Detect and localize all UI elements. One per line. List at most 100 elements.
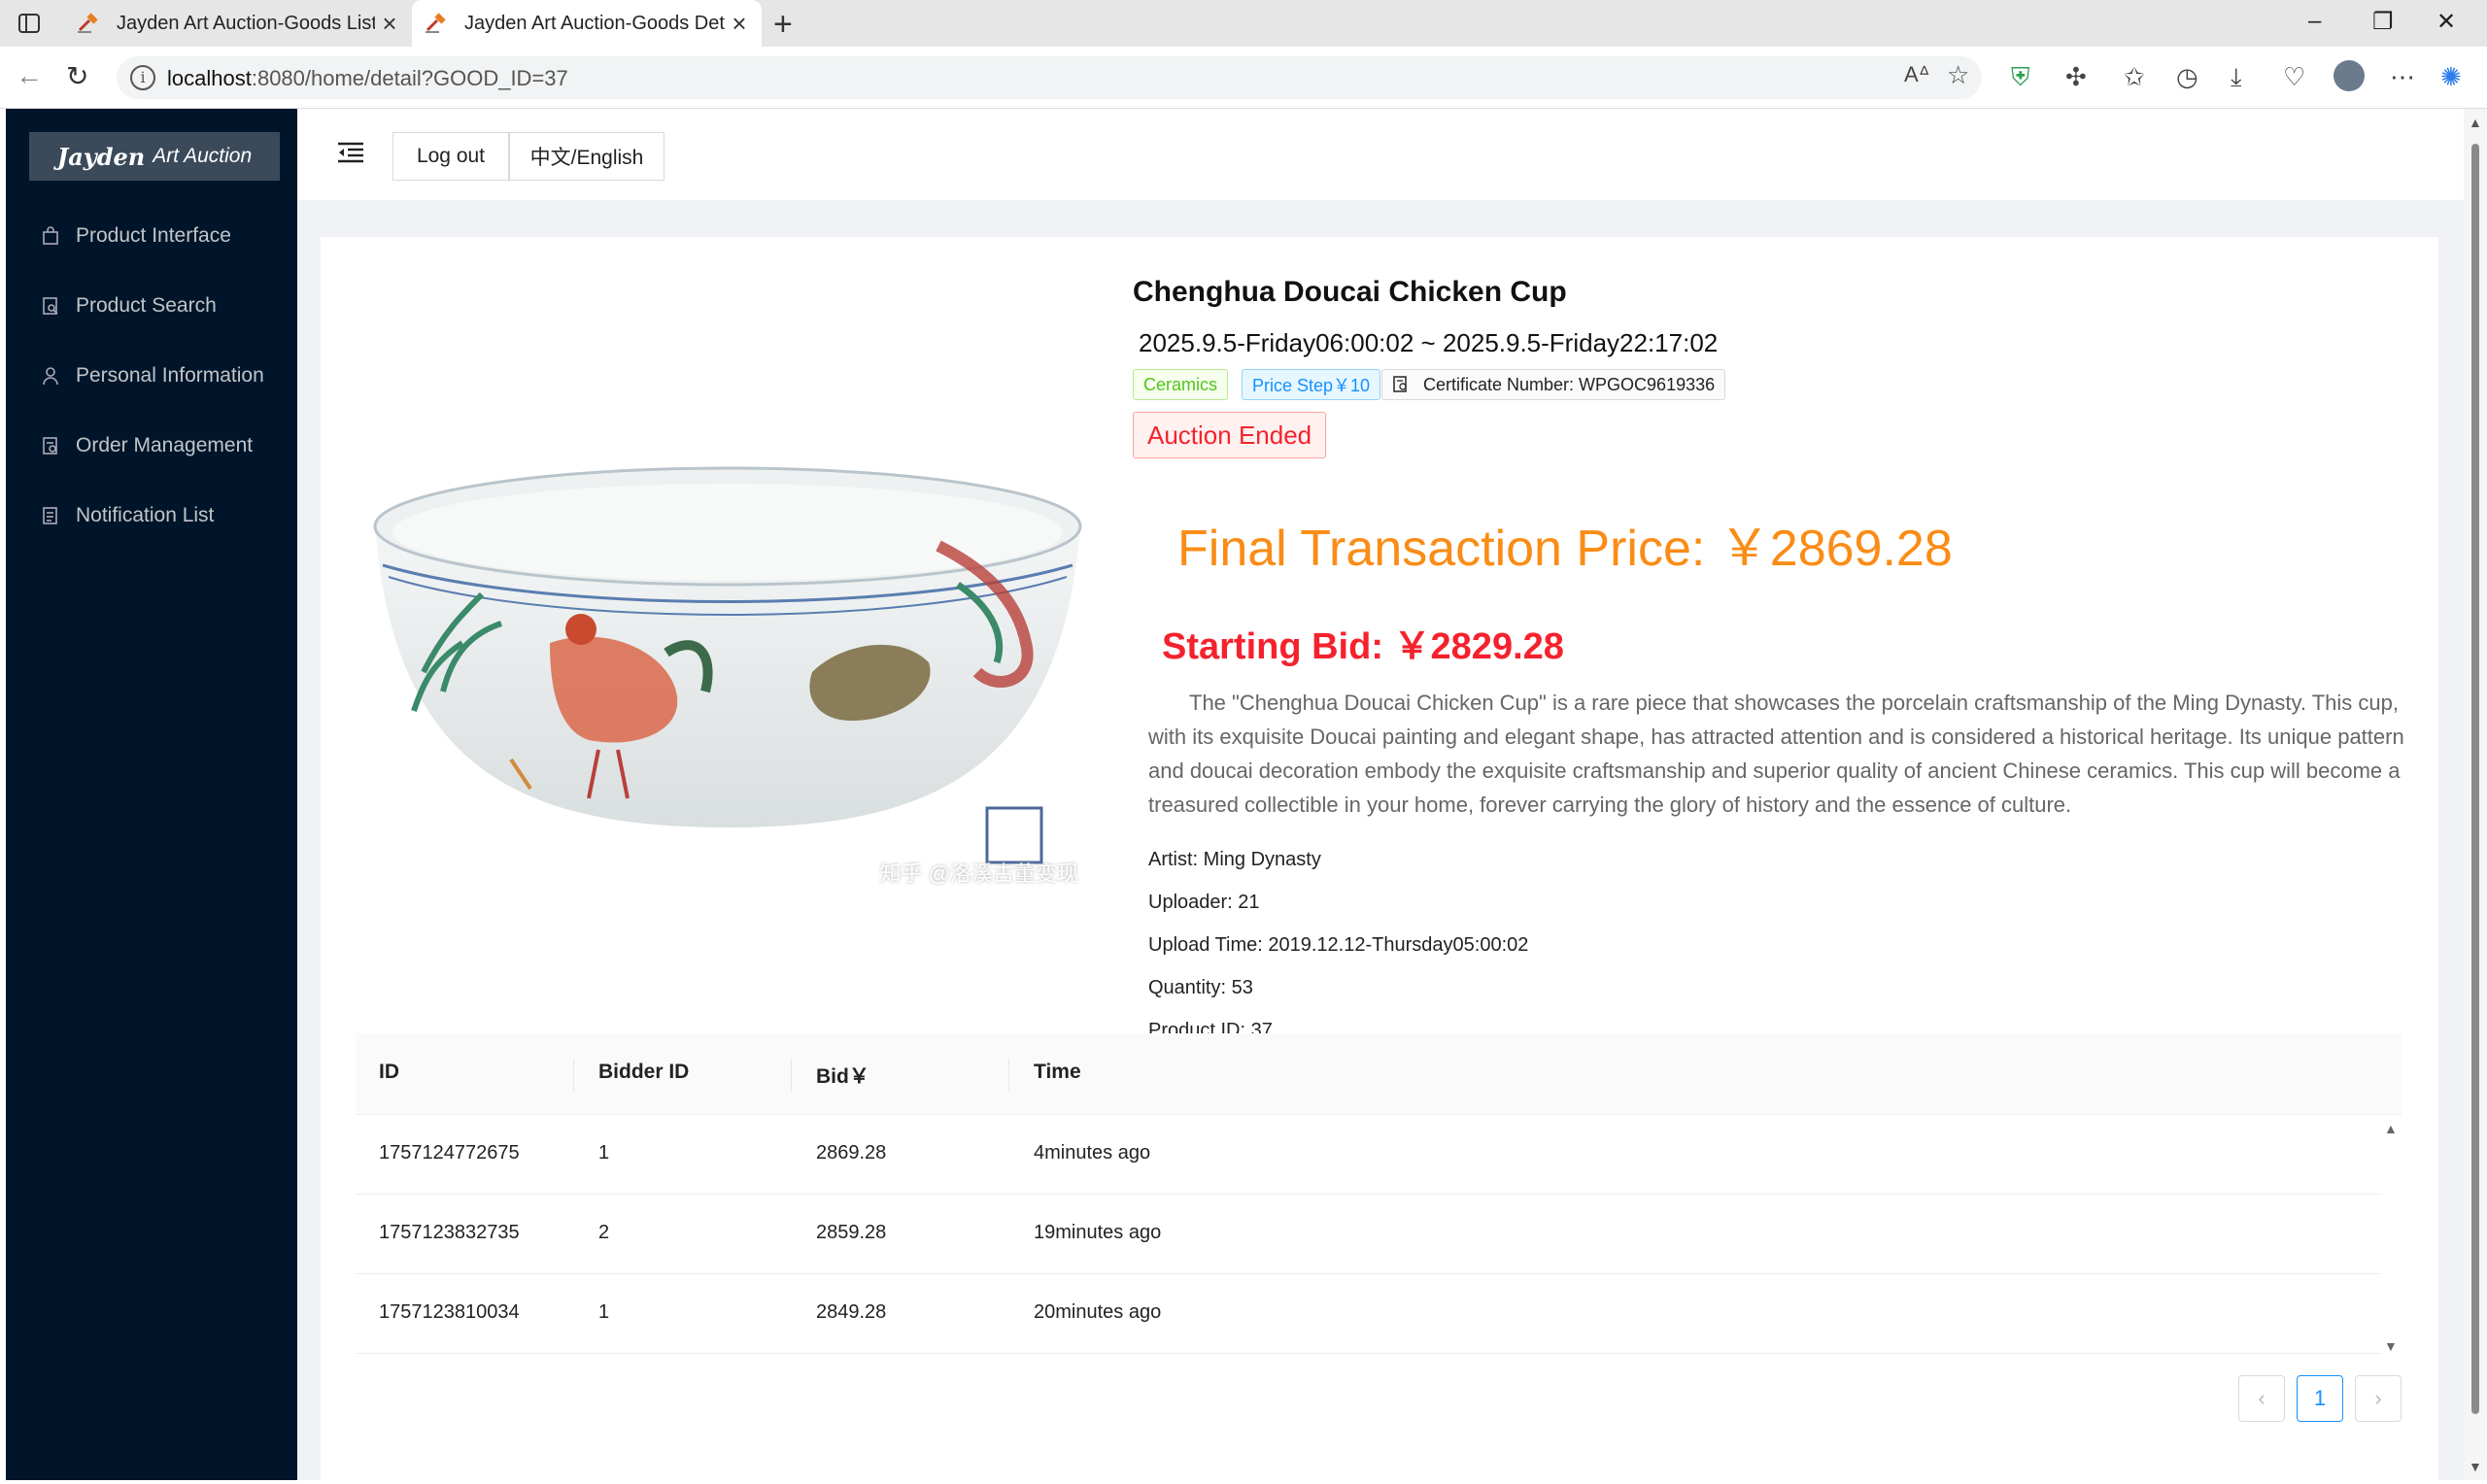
table-row[interactable]: 1757123810034 1 2849.28 20minutes ago (356, 1274, 2382, 1354)
bid-amount: 2869.28 (816, 1142, 887, 1164)
quantity-field: Quantity: 53 (1148, 977, 1253, 998)
certificate-text: Certificate Number: WPGOC9619336 (1423, 374, 1716, 394)
certificate-tag: Certificate Number: WPGOC9619336 (1381, 369, 1726, 400)
tab-actions-icon[interactable] (14, 9, 45, 38)
upload-time-field: Upload Time: 2019.12.12-Thursday05:00:02 (1148, 934, 1529, 956)
sidebar-item-product-search[interactable]: Product Search (6, 276, 297, 336)
performance-icon[interactable]: ♡ (2283, 62, 2305, 92)
bid-id: 1757123832735 (379, 1222, 520, 1243)
auction-time-range: 2025.9.5-Friday06:00:02 ~ 2025.9.5-Frida… (1139, 328, 1719, 357)
next-page-button[interactable]: › (2355, 1375, 2402, 1422)
logo: Jayden Art Auction (29, 132, 280, 181)
sidebar-item-product-interface[interactable]: Product Interface (6, 206, 297, 266)
column-divider (1008, 1059, 1009, 1092)
close-tab-icon[interactable]: × (375, 9, 404, 39)
bidder-id: 1 (598, 1142, 610, 1164)
extensions-icon[interactable]: ✣ (2065, 62, 2087, 92)
address-toolbar: ← ↻ i localhost:8080/home/detail?GOOD_ID… (0, 47, 2487, 109)
scroll-down-icon[interactable]: ▼ (2469, 1459, 2482, 1474)
tab-title: Jayden Art Auction-Goods Detail (464, 12, 725, 34)
certificate-icon (1393, 376, 1407, 392)
notification-doc-icon (43, 507, 57, 524)
header: Log out 中文/English (297, 109, 2464, 200)
bid-time: 19minutes ago (1034, 1222, 1162, 1243)
read-aloud-icon[interactable]: Aᐞ (1904, 62, 1930, 87)
favorites-icon[interactable]: ✩ (2124, 62, 2145, 92)
url-input[interactable]: i localhost:8080/home/detail?GOOD_ID=37 … (117, 56, 1982, 99)
site-info-icon[interactable]: i (130, 65, 155, 90)
column-header-bidder-id: Bidder ID (598, 1061, 690, 1083)
user-icon (43, 367, 58, 386)
history-icon[interactable]: ◷ (2176, 62, 2198, 92)
product-detail-card: 知乎 @洛溪古董变现 Chenghua Doucai Chicken Cup 2… (321, 237, 2438, 1480)
new-tab-icon[interactable]: + (773, 6, 793, 44)
bidder-id: 1 (598, 1301, 610, 1323)
sidebar-item-label: Notification List (76, 504, 215, 526)
chicken-cup-illustration (356, 400, 1100, 905)
bid-id: 1757123810034 (379, 1301, 520, 1323)
url-text: localhost:8080/home/detail?GOOD_ID=37 (167, 66, 568, 90)
order-doc-icon (43, 437, 57, 455)
app-root: Jayden Art Auction Product Interface Pro… (6, 109, 2464, 1480)
sidebar-item-label: Personal Information (76, 364, 264, 387)
artist-field: Artist: Ming Dynasty (1148, 849, 1321, 870)
browser-tab-bar: Jayden Art Auction-Goods List × Jayden A… (0, 0, 2487, 47)
favorite-star-icon[interactable]: ☆ (1947, 60, 1969, 90)
browser-tab-goods-list[interactable]: Jayden Art Auction-Goods List × (64, 0, 412, 47)
table-row[interactable]: 1757124772675 1 2869.28 4minutes ago (356, 1115, 2382, 1195)
bid-time: 20minutes ago (1034, 1301, 1162, 1323)
sidebar: Jayden Art Auction Product Interface Pro… (6, 109, 297, 1480)
table-scroll-down-icon[interactable]: ▼ (2384, 1338, 2398, 1354)
avatar[interactable] (2334, 60, 2365, 91)
more-icon[interactable]: ⋯ (2390, 62, 2415, 92)
sidebar-item-label: Product Search (76, 294, 217, 317)
close-window-icon[interactable]: ✕ (2436, 8, 2456, 36)
price-step-tag: Price Step￥10 (1242, 369, 1381, 400)
language-toggle-button[interactable]: 中文/English (509, 132, 664, 181)
copilot-icon[interactable]: ✺ (2440, 62, 2462, 92)
scroll-up-icon[interactable]: ▲ (2469, 115, 2482, 130)
minimize-icon[interactable]: – (2308, 8, 2321, 35)
bid-amount: 2849.28 (816, 1301, 887, 1323)
page-scrollbar[interactable]: ▲ ▼ (2464, 109, 2487, 1480)
product-image: 知乎 @洛溪古董变现 (356, 400, 1100, 905)
prev-page-button[interactable]: ‹ (2238, 1375, 2285, 1422)
gavel-favicon-icon (78, 13, 98, 33)
category-tag: Ceramics (1133, 369, 1229, 400)
sidebar-item-label: Product Interface (76, 224, 231, 247)
sidebar-item-label: Order Management (76, 434, 254, 456)
close-tab-icon[interactable]: × (725, 9, 754, 39)
sidebar-item-notification-list[interactable]: Notification List (6, 486, 297, 546)
page-number-button[interactable]: 1 (2297, 1375, 2343, 1422)
sidebar-item-order-management[interactable]: Order Management (6, 416, 297, 476)
menu-fold-icon[interactable] (336, 138, 365, 167)
bid-id: 1757124772675 (379, 1142, 520, 1164)
bid-time: 4minutes ago (1034, 1142, 1151, 1164)
back-icon[interactable]: ← (16, 60, 43, 91)
bidder-id: 2 (598, 1222, 610, 1243)
column-header-time: Time (1034, 1061, 1081, 1083)
search-doc-icon (43, 297, 58, 315)
gavel-favicon-icon (426, 13, 446, 33)
sidebar-item-personal-information[interactable]: Personal Information (6, 346, 297, 406)
logout-button[interactable]: Log out (392, 132, 509, 181)
column-divider (791, 1059, 792, 1092)
download-icon[interactable]: ⤓ (2231, 62, 2242, 93)
table-row[interactable]: 1757123832735 2 2859.28 19minutes ago (356, 1195, 2382, 1274)
logo-bold: Jayden (56, 142, 146, 171)
scrollbar-thumb[interactable] (2471, 144, 2479, 1414)
shield-extension-icon[interactable]: ⛨ (2011, 62, 2030, 93)
table-scroll-up-icon[interactable]: ▲ (2384, 1121, 2398, 1136)
browser-tab-goods-detail[interactable]: Jayden Art Auction-Goods Detail × (412, 0, 762, 47)
column-header-bid: Bid￥ (816, 1065, 869, 1088)
product-description: The "Chenghua Doucai Chicken Cup" is a r… (1148, 691, 2404, 817)
product-title: Chenghua Doucai Chicken Cup (1133, 276, 1567, 308)
column-header-id: ID (379, 1061, 399, 1083)
final-price: Final Transaction Price: ￥2869.28 (1177, 521, 1953, 577)
restore-icon[interactable]: ❐ (2372, 8, 2394, 36)
bid-amount: 2859.28 (816, 1222, 887, 1243)
image-watermark: 知乎 @洛溪古董变现 (879, 861, 1078, 886)
reload-icon[interactable]: ↻ (66, 60, 88, 92)
table-header: ID Bidder ID Bid￥ Time (356, 1033, 2402, 1115)
logo-rest: Art Auction (153, 145, 253, 167)
